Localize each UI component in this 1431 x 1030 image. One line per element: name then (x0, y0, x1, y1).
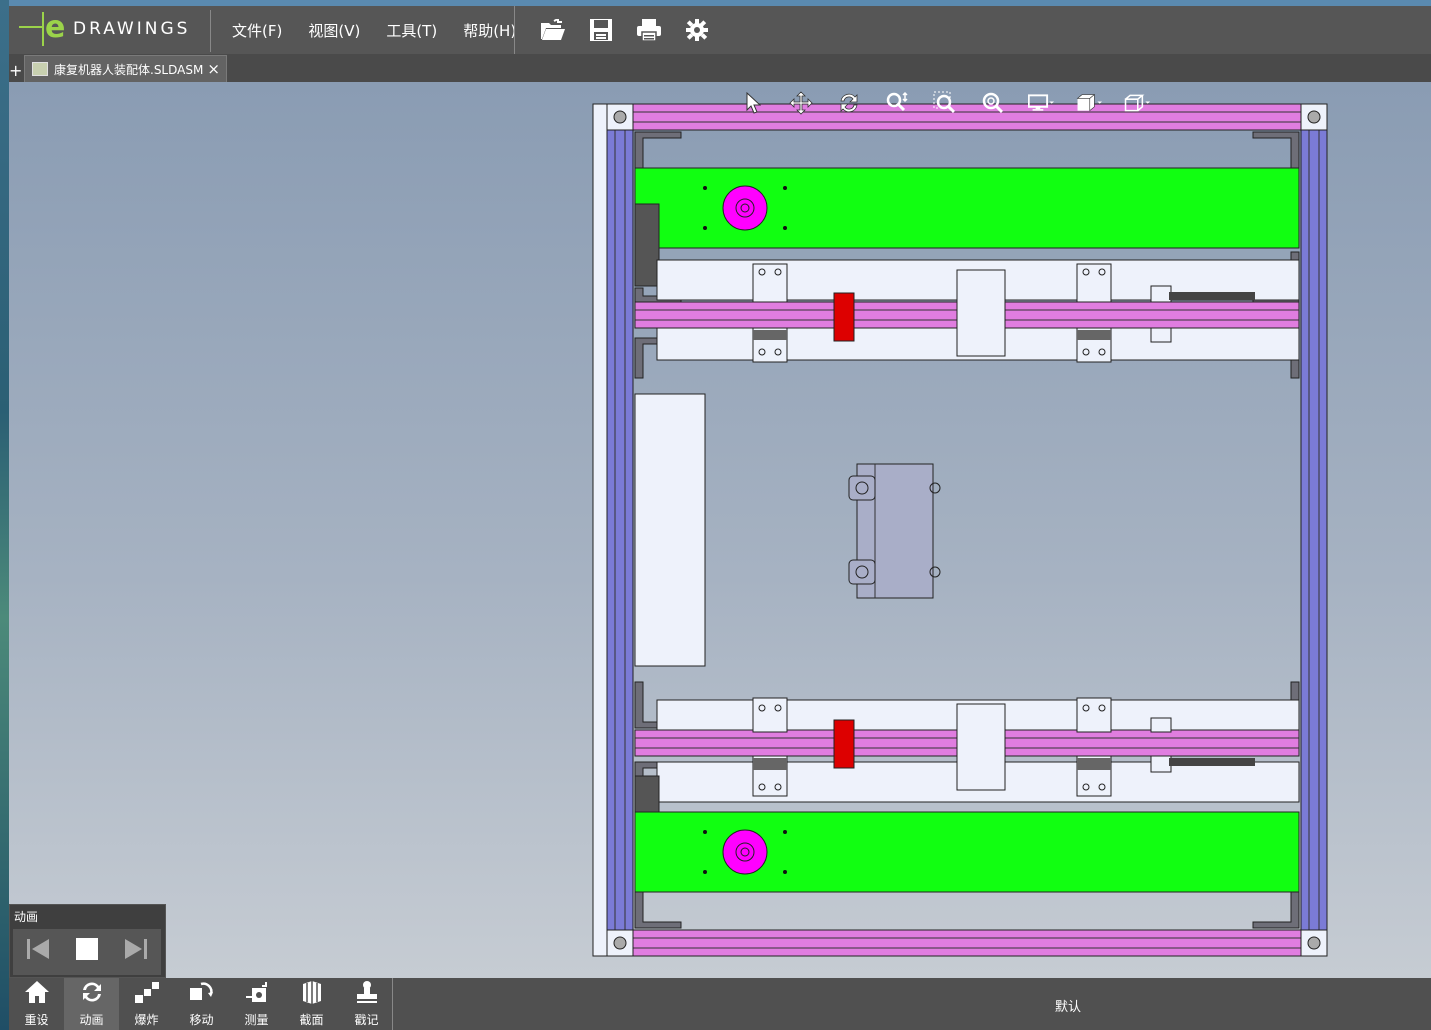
save-icon[interactable] (587, 16, 615, 44)
move-label: 移动 (189, 1013, 214, 1027)
menu-help[interactable]: 帮助(H) (463, 20, 516, 41)
explode-button[interactable]: 爆炸 (119, 978, 174, 1030)
section-icon (299, 980, 325, 1011)
configuration-name[interactable]: 默认 (1055, 996, 1081, 1015)
pan-icon[interactable] (788, 90, 814, 116)
logo-bar (42, 12, 44, 46)
previous-icon[interactable] (25, 936, 51, 968)
measure-label: 测量 (244, 1013, 269, 1027)
section-label: 截面 (299, 1013, 324, 1027)
next-icon[interactable] (123, 936, 149, 968)
desktop-edge (0, 0, 9, 1030)
toolbar-divider (392, 978, 393, 1030)
main-toolbar (514, 6, 721, 54)
title-bar: e DRAWINGS 文件(F) 视图(V) 工具(T) 帮助(H) (9, 0, 1431, 54)
zoom-to-area-icon[interactable] (932, 90, 958, 116)
frame-left-post (606, 103, 634, 957)
zoom-icon[interactable] (884, 90, 910, 116)
explode-label: 爆炸 (134, 1013, 159, 1027)
menu-file[interactable]: 文件(F) (232, 20, 282, 41)
select-icon[interactable] (740, 90, 766, 116)
display-style-icon[interactable] (1028, 90, 1054, 116)
gusset-brackets (634, 131, 1300, 929)
left-panel (634, 393, 706, 667)
top-red-marker (833, 292, 855, 342)
assembly-icon (32, 62, 48, 76)
cube-view-icon[interactable] (1124, 90, 1150, 116)
logo-arrow (19, 26, 43, 28)
tab-assembly[interactable]: 康复机器人装配体.SLDASM × (24, 55, 227, 82)
measure-button[interactable]: 测量 (229, 978, 284, 1030)
bottom-wheel (722, 829, 768, 875)
bottom-toolbar: 重设 动画 爆炸 移动 测量 截面 戳记 默认 (9, 978, 1431, 1030)
bottom-red-marker (833, 719, 855, 769)
animate-button[interactable]: 动画 (64, 978, 119, 1030)
document-tab-bar: + 康复机器人装配体.SLDASM × (9, 54, 1431, 82)
stamp-button[interactable]: 戳记 (339, 978, 394, 1030)
menu-view[interactable]: 视图(V) (308, 20, 360, 41)
print-icon[interactable] (635, 16, 663, 44)
logo-wordmark: DRAWINGS (73, 19, 191, 39)
graphics-viewport[interactable] (9, 82, 1431, 978)
animate-icon (79, 980, 105, 1011)
menu-tools[interactable]: 工具(T) (386, 20, 437, 41)
view-toolbar (729, 90, 1161, 116)
logo-e: e (45, 10, 66, 45)
measure-icon (244, 980, 270, 1011)
tab-label: 康复机器人装配体.SLDASM (54, 62, 204, 77)
edrawings-window: e DRAWINGS 文件(F) 视图(V) 工具(T) 帮助(H) + 康复机… (9, 0, 1431, 1030)
zoom-to-fit-icon[interactable] (980, 90, 1006, 116)
stamp-label: 戳记 (354, 1013, 379, 1027)
assembly-model (592, 103, 1328, 957)
rotate-icon[interactable] (836, 90, 862, 116)
home-icon (24, 980, 50, 1011)
view-orientation-icon[interactable] (1076, 90, 1102, 116)
reset-label: 重设 (24, 1013, 49, 1027)
new-tab-button[interactable]: + (9, 62, 22, 80)
top-wheel (722, 185, 768, 231)
stamp-icon (354, 980, 380, 1011)
animate-label: 动画 (79, 1013, 104, 1027)
settings-icon[interactable] (683, 16, 711, 44)
move-icon (189, 980, 215, 1011)
move-button[interactable]: 移动 (174, 978, 229, 1030)
animation-panel-title: 动画 (14, 910, 39, 924)
menu-bar: 文件(F) 视图(V) 工具(T) 帮助(H) (219, 6, 529, 54)
close-tab-icon[interactable]: × (207, 60, 220, 78)
section-button[interactable]: 截面 (284, 978, 339, 1030)
stop-icon[interactable] (75, 937, 99, 967)
edrawings-logo: e DRAWINGS (15, 10, 211, 52)
explode-icon (134, 980, 160, 1011)
animation-controls (13, 929, 161, 975)
reset-button[interactable]: 重设 (9, 978, 64, 1030)
open-icon[interactable] (539, 16, 567, 44)
frame-bottom-rail (606, 929, 1328, 957)
frame-right-post (1300, 103, 1328, 957)
frame-left-edge (592, 103, 608, 957)
animation-panel: 动画 (9, 904, 166, 978)
